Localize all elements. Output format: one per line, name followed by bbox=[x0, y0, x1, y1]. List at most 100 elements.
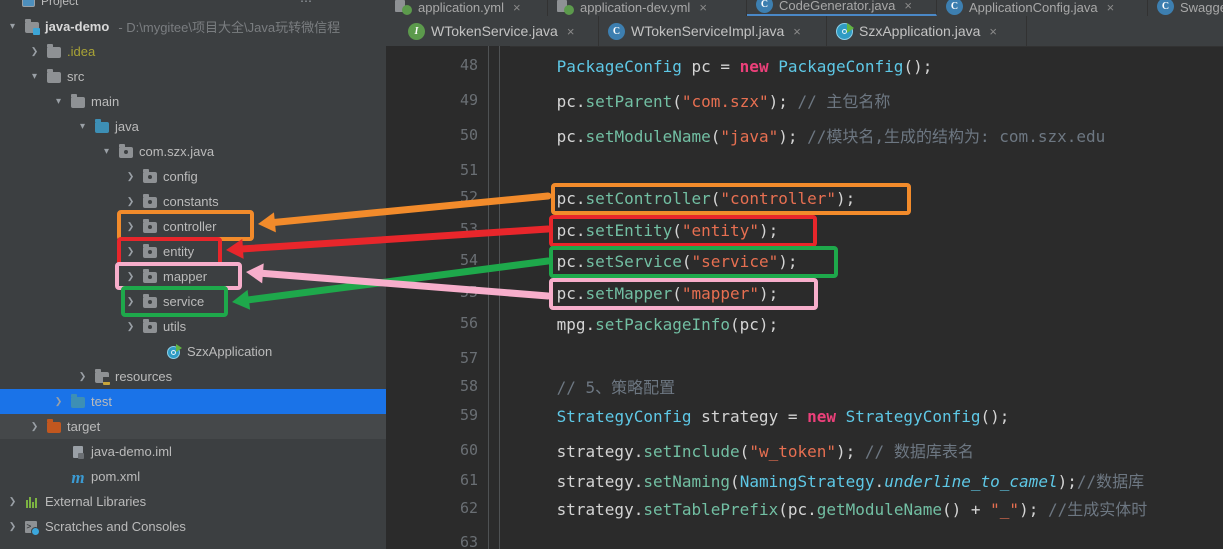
editor-tab-swagger[interactable]: CSwagger× bbox=[1148, 0, 1223, 16]
close-icon[interactable]: × bbox=[793, 24, 801, 39]
chevron-right-icon[interactable]: ❯ bbox=[6, 497, 19, 506]
java-class-icon: C bbox=[756, 0, 773, 13]
more-dots-icon[interactable]: ⋯ bbox=[300, 0, 312, 8]
code-line-56[interactable]: mpg.setPackageInfo(pc); bbox=[547, 314, 779, 335]
chevron-down-icon[interactable]: ▾ bbox=[76, 121, 89, 132]
folder-package-icon bbox=[142, 244, 158, 260]
folder-resources-icon bbox=[94, 369, 110, 385]
close-icon[interactable]: × bbox=[1107, 0, 1115, 15]
chevron-down-icon[interactable]: ▾ bbox=[52, 96, 65, 107]
line-number: 62 bbox=[459, 499, 478, 517]
tree-item-java-demo[interactable]: ▾ java-demo - D:\mygitee\项目大全\Java玩转微信程 bbox=[0, 14, 386, 39]
project-toolwindow-icon bbox=[22, 0, 35, 7]
close-icon[interactable]: × bbox=[989, 24, 997, 39]
java-class-icon: C bbox=[608, 22, 625, 40]
editor-tab-application-dev-yml[interactable]: application-dev.yml × bbox=[548, 0, 747, 16]
editor-tabs-row-top[interactable]: application.yml × application-dev.yml × C Cod… bbox=[386, 0, 1223, 16]
chevron-right-icon[interactable]: ❯ bbox=[124, 172, 137, 181]
editor-tab-wtokenserviceimpl-java[interactable]: C WTokenServiceImpl.java × bbox=[599, 16, 827, 46]
tree-item-label: config bbox=[163, 169, 198, 184]
tree-item-pom-xml[interactable]: m pom.xml bbox=[0, 464, 386, 489]
tree-item-com-szx-java[interactable]: ▾ com.szx.java bbox=[0, 139, 386, 164]
editor-tabs-row-main[interactable]: I WTokenService.java × C WTokenServiceImpl.j… bbox=[386, 16, 1223, 47]
code-line-55[interactable]: pc.setMapper("mapper"); bbox=[547, 283, 779, 304]
tree-item-scratches-and-consoles[interactable]: ❯ >_ Scratches and Consoles bbox=[0, 514, 386, 539]
tree-item-label: pom.xml bbox=[91, 469, 141, 484]
editor-tab-wtokenservice-java[interactable]: I WTokenService.java × bbox=[399, 16, 599, 46]
editor-tab-label: CodeGenerator.java bbox=[779, 0, 896, 13]
editor-tab-applicationconfig-java[interactable]: C ApplicationConfig.java × bbox=[937, 0, 1148, 16]
chevron-down-icon[interactable]: ▾ bbox=[6, 21, 19, 32]
tree-item-external-libraries[interactable]: ❯ External Libraries bbox=[0, 489, 386, 514]
code-line-49[interactable]: pc.setParent("com.szx"); // 主包名称 bbox=[547, 91, 891, 112]
code-line-61[interactable]: strategy.setNaming(NamingStrategy.underl… bbox=[547, 471, 1145, 492]
editor-tab-label: SzxApplication.java bbox=[859, 23, 981, 39]
spring-boot-icon bbox=[836, 22, 854, 40]
project-tool-window: Project ⋯ ▾ java-demo - D:\mygitee\项目大全\Ja… bbox=[0, 0, 386, 549]
tree-item-resources[interactable]: ❯ resources bbox=[0, 364, 386, 389]
code-content[interactable]: PackageConfig pc = new PackageConfig(); … bbox=[510, 46, 1223, 549]
line-number: 58 bbox=[459, 377, 478, 395]
line-number: 51 bbox=[459, 161, 478, 179]
chevron-right-icon[interactable]: ❯ bbox=[76, 372, 89, 381]
code-line-48[interactable]: PackageConfig pc = new PackageConfig(); bbox=[547, 56, 933, 77]
code-line-62[interactable]: strategy.setTablePrefix(pc.getModuleName… bbox=[547, 499, 1148, 520]
editor-tab-label: application.yml bbox=[418, 0, 504, 15]
editor-tab-label: WTokenServiceImpl.java bbox=[631, 23, 785, 39]
line-number: 48 bbox=[459, 56, 478, 74]
close-icon[interactable]: × bbox=[904, 0, 912, 13]
tree-item-service[interactable]: ❯ service bbox=[0, 289, 386, 314]
chevron-right-icon[interactable]: ❯ bbox=[124, 222, 137, 231]
code-line-53[interactable]: pc.setEntity("entity"); bbox=[547, 220, 779, 241]
editor-tab-label: ApplicationConfig.java bbox=[969, 0, 1098, 15]
tree-item-java[interactable]: ▾ java bbox=[0, 114, 386, 139]
chevron-right-icon[interactable]: ❯ bbox=[52, 397, 65, 406]
tree-item-test[interactable]: ❯ test bbox=[0, 389, 386, 414]
editor-tab-szxapplication-java[interactable]: SzxApplication.java × bbox=[827, 16, 1027, 46]
editor-gutter: 48 49 50 51 52 53 54 55 56 57 58 59 60 61 62 63 bbox=[386, 46, 510, 549]
close-icon[interactable]: × bbox=[699, 0, 707, 15]
folder-excluded-icon bbox=[46, 419, 62, 435]
tree-item-java-demo-iml[interactable]: java-demo.iml bbox=[0, 439, 386, 464]
close-icon[interactable]: × bbox=[567, 24, 575, 39]
editor-tab-application-yml[interactable]: application.yml × bbox=[386, 0, 548, 16]
code-line-50[interactable]: pc.setModuleName("java"); //模块名,生成的结构为: … bbox=[547, 126, 1106, 147]
editor-tab-codegenerator-java[interactable]: C CodeGenerator.java × bbox=[747, 0, 937, 16]
chevron-down-icon[interactable]: ▾ bbox=[100, 146, 113, 157]
code-line-59[interactable]: StrategyConfig strategy = new StrategyCo… bbox=[547, 406, 1010, 427]
line-number: 54 bbox=[459, 251, 478, 269]
line-number: 63 bbox=[459, 533, 478, 549]
code-line-58[interactable]: // 5、策略配置 bbox=[547, 377, 676, 398]
tree-item--idea[interactable]: ❯ .idea bbox=[0, 39, 386, 64]
code-line-52[interactable]: pc.setController("controller"); bbox=[547, 188, 856, 209]
close-icon[interactable]: × bbox=[513, 0, 521, 15]
folder-source-icon bbox=[94, 119, 110, 135]
chevron-right-icon[interactable]: ❯ bbox=[124, 322, 137, 331]
tree-item-utils[interactable]: ❯ utils bbox=[0, 314, 386, 339]
code-line-54[interactable]: pc.setService("service"); bbox=[547, 251, 798, 272]
editor-tab-label: WTokenService.java bbox=[431, 23, 558, 39]
tree-item-mapper[interactable]: ❯ mapper bbox=[0, 264, 386, 289]
chevron-right-icon[interactable]: ❯ bbox=[124, 297, 137, 306]
editor-tab-label: application-dev.yml bbox=[580, 0, 691, 15]
tree-item-constants[interactable]: ❯ constants bbox=[0, 189, 386, 214]
tree-item-src[interactable]: ▾ src bbox=[0, 64, 386, 89]
tree-item-szxapplication[interactable]: SzxApplication bbox=[0, 339, 386, 364]
chevron-down-icon[interactable]: ▾ bbox=[28, 71, 41, 82]
chevron-right-icon[interactable]: ❯ bbox=[6, 522, 19, 531]
tree-item-controller[interactable]: ❯ controller bbox=[0, 214, 386, 239]
tree-item-config[interactable]: ❯ config bbox=[0, 164, 386, 189]
chevron-right-icon[interactable]: ❯ bbox=[28, 422, 41, 431]
chevron-right-icon[interactable]: ❯ bbox=[28, 47, 41, 56]
project-tree[interactable]: ▾ java-demo - D:\mygitee\项目大全\Java玩转微信程 ❯ .i… bbox=[0, 14, 386, 549]
chevron-right-icon[interactable]: ❯ bbox=[124, 197, 137, 206]
tree-item-label: entity bbox=[163, 244, 195, 259]
tree-item-target[interactable]: ❯ target bbox=[0, 414, 386, 439]
chevron-right-icon[interactable]: ❯ bbox=[124, 247, 137, 256]
chevron-right-icon[interactable]: ❯ bbox=[124, 272, 137, 281]
folder-package-icon bbox=[142, 294, 158, 310]
scratches-icon-icon: >_ bbox=[25, 520, 40, 536]
code-line-60[interactable]: strategy.setInclude("w_token"); // 数据库表名 bbox=[547, 441, 974, 462]
tree-item-entity[interactable]: ❯ entity bbox=[0, 239, 386, 264]
tree-item-main[interactable]: ▾ main bbox=[0, 89, 386, 114]
